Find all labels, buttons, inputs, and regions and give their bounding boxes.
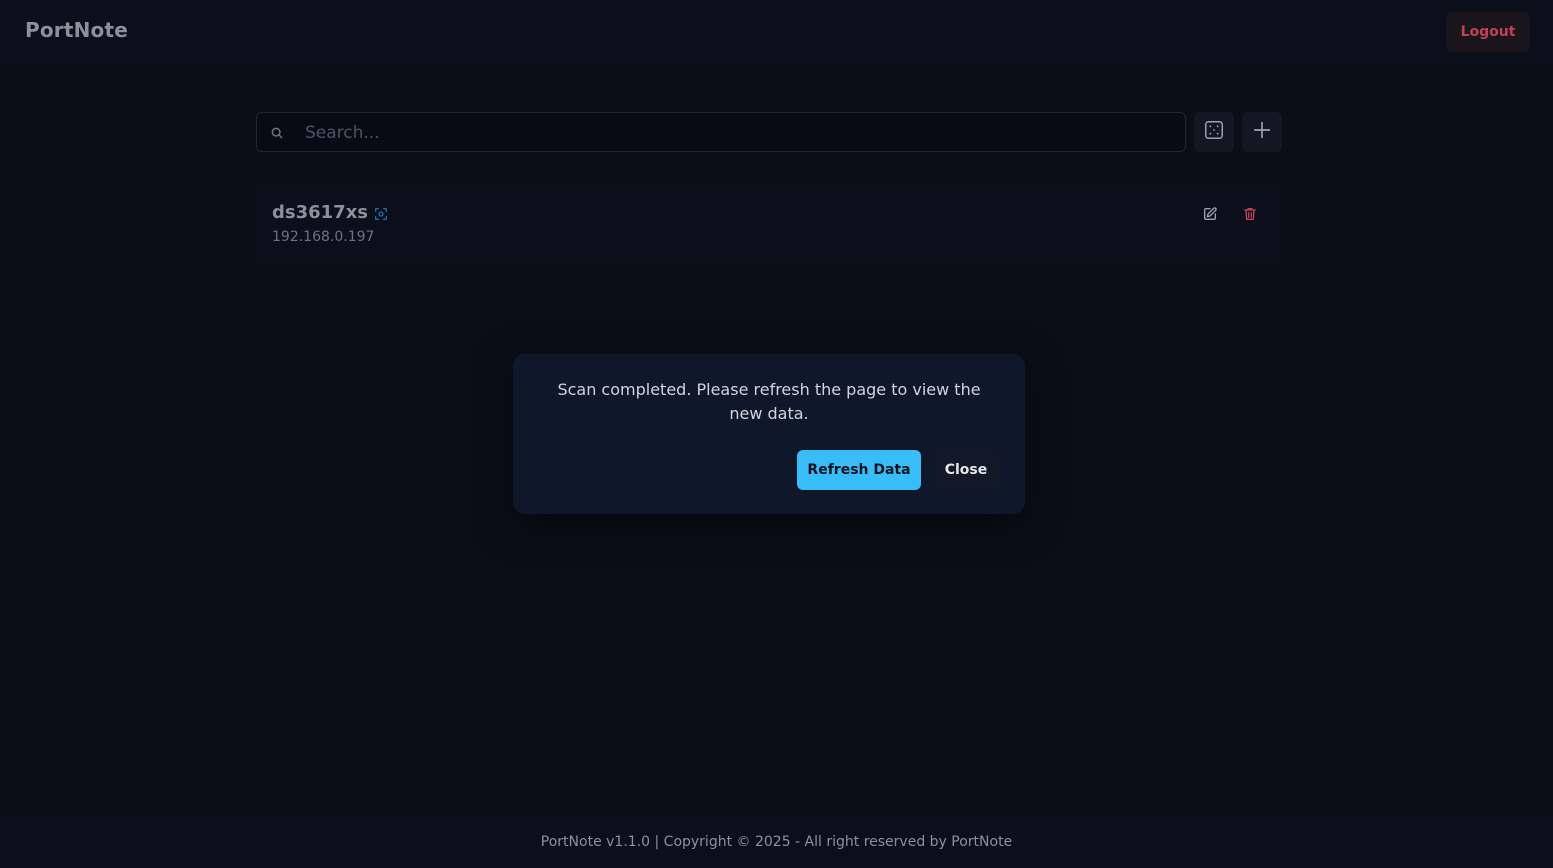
- top-navbar: PortNote Logout: [0, 0, 1553, 64]
- add-server-button[interactable]: [1242, 112, 1282, 152]
- logout-button[interactable]: Logout: [1446, 12, 1530, 52]
- scan-target-icon[interactable]: [373, 206, 389, 222]
- scan-complete-dialog: Scan completed. Please refresh the page …: [513, 354, 1025, 514]
- brand-logo[interactable]: PortNote: [25, 18, 128, 42]
- search-input[interactable]: [303, 113, 1167, 153]
- search-icon: [270, 125, 284, 139]
- footer: PortNote v1.1.0 | Copyright © 2025 - All…: [0, 816, 1553, 868]
- refresh-data-button[interactable]: Refresh Data: [797, 450, 921, 490]
- footer-copyright: PortNote v1.1.0 | Copyright © 2025 - All…: [540, 834, 1013, 850]
- server-ip: 192.168.0.197: [272, 229, 375, 245]
- server-name: ds3617xs: [272, 202, 369, 223]
- server-card: ds3617xs 192.168.0.197: [256, 184, 1280, 264]
- dialog-message: Scan completed. Please refresh the page …: [557, 380, 981, 423]
- trash-icon[interactable]: [1242, 206, 1258, 222]
- scan-button[interactable]: [1194, 112, 1234, 152]
- search-bar: [256, 112, 1186, 153]
- close-button[interactable]: Close: [931, 450, 1001, 490]
- plus-icon: [1251, 119, 1273, 145]
- edit-icon[interactable]: [1202, 206, 1218, 222]
- dice-scan-icon: [1203, 119, 1225, 145]
- app-root: PortNote Logout Search... ds3617xs 192.1…: [0, 0, 1553, 868]
